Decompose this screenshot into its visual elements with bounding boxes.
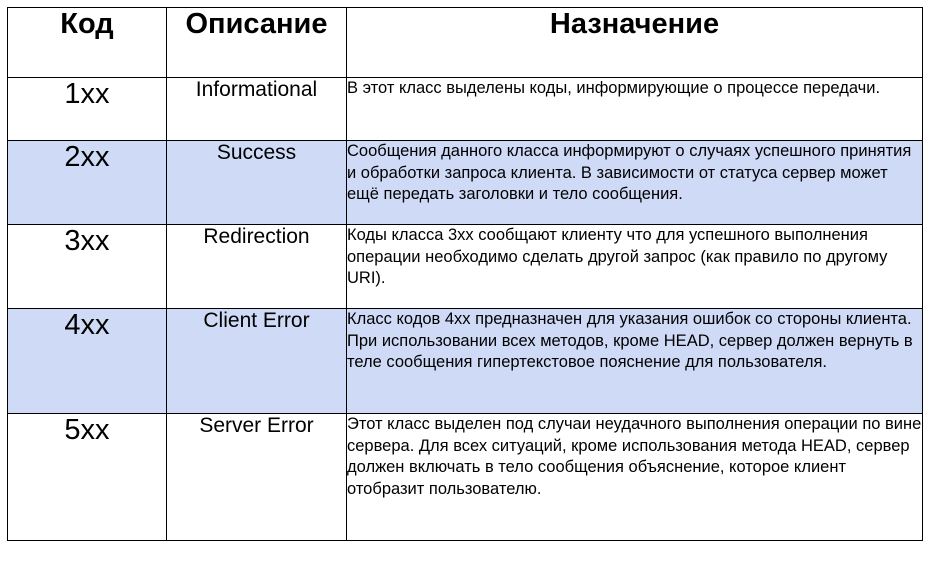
status-purpose-cell: Коды класса 3xx сообщают клиенту что для… — [346, 224, 923, 309]
table-row-5xx: 5xx Server Error Этот класс выделен под … — [7, 413, 923, 541]
status-code-cell: 2xx — [7, 140, 167, 225]
header-code: Код — [7, 7, 167, 78]
status-purpose-cell: В этот класс выделены коды, информирующи… — [346, 77, 923, 141]
status-code-cell: 1xx — [7, 77, 167, 141]
status-purpose-cell: Класс кодов 4xx предназначен для указани… — [346, 308, 923, 414]
status-code-cell: 4xx — [7, 308, 167, 414]
status-purpose-cell: Этот класс выделен под случаи неудачного… — [346, 413, 923, 541]
status-description-cell: Redirection — [166, 224, 347, 309]
status-code-cell: 5xx — [7, 413, 167, 541]
table-row-2xx: 2xx Success Сообщения данного класса инф… — [7, 140, 923, 225]
status-purpose-cell: Сообщения данного класса информируют о с… — [346, 140, 923, 225]
table-row-3xx: 3xx Redirection Коды класса 3xx сообщают… — [7, 224, 923, 309]
header-purpose: Назначение — [346, 7, 923, 78]
status-description-cell: Success — [166, 140, 347, 225]
table-row-1xx: 1xx Informational В этот класс выделены … — [7, 77, 923, 141]
status-code-cell: 3xx — [7, 224, 167, 309]
status-description-cell: Client Error — [166, 308, 347, 414]
status-description-cell: Server Error — [166, 413, 347, 541]
table-header-row: Код Описание Назначение — [7, 7, 923, 78]
header-description: Описание — [166, 7, 347, 78]
status-description-cell: Informational — [166, 77, 347, 141]
http-status-classes-table: Код Описание Назначение 1xx Informationa… — [7, 7, 923, 541]
table-row-4xx: 4xx Client Error Класс кодов 4xx предназ… — [7, 308, 923, 414]
